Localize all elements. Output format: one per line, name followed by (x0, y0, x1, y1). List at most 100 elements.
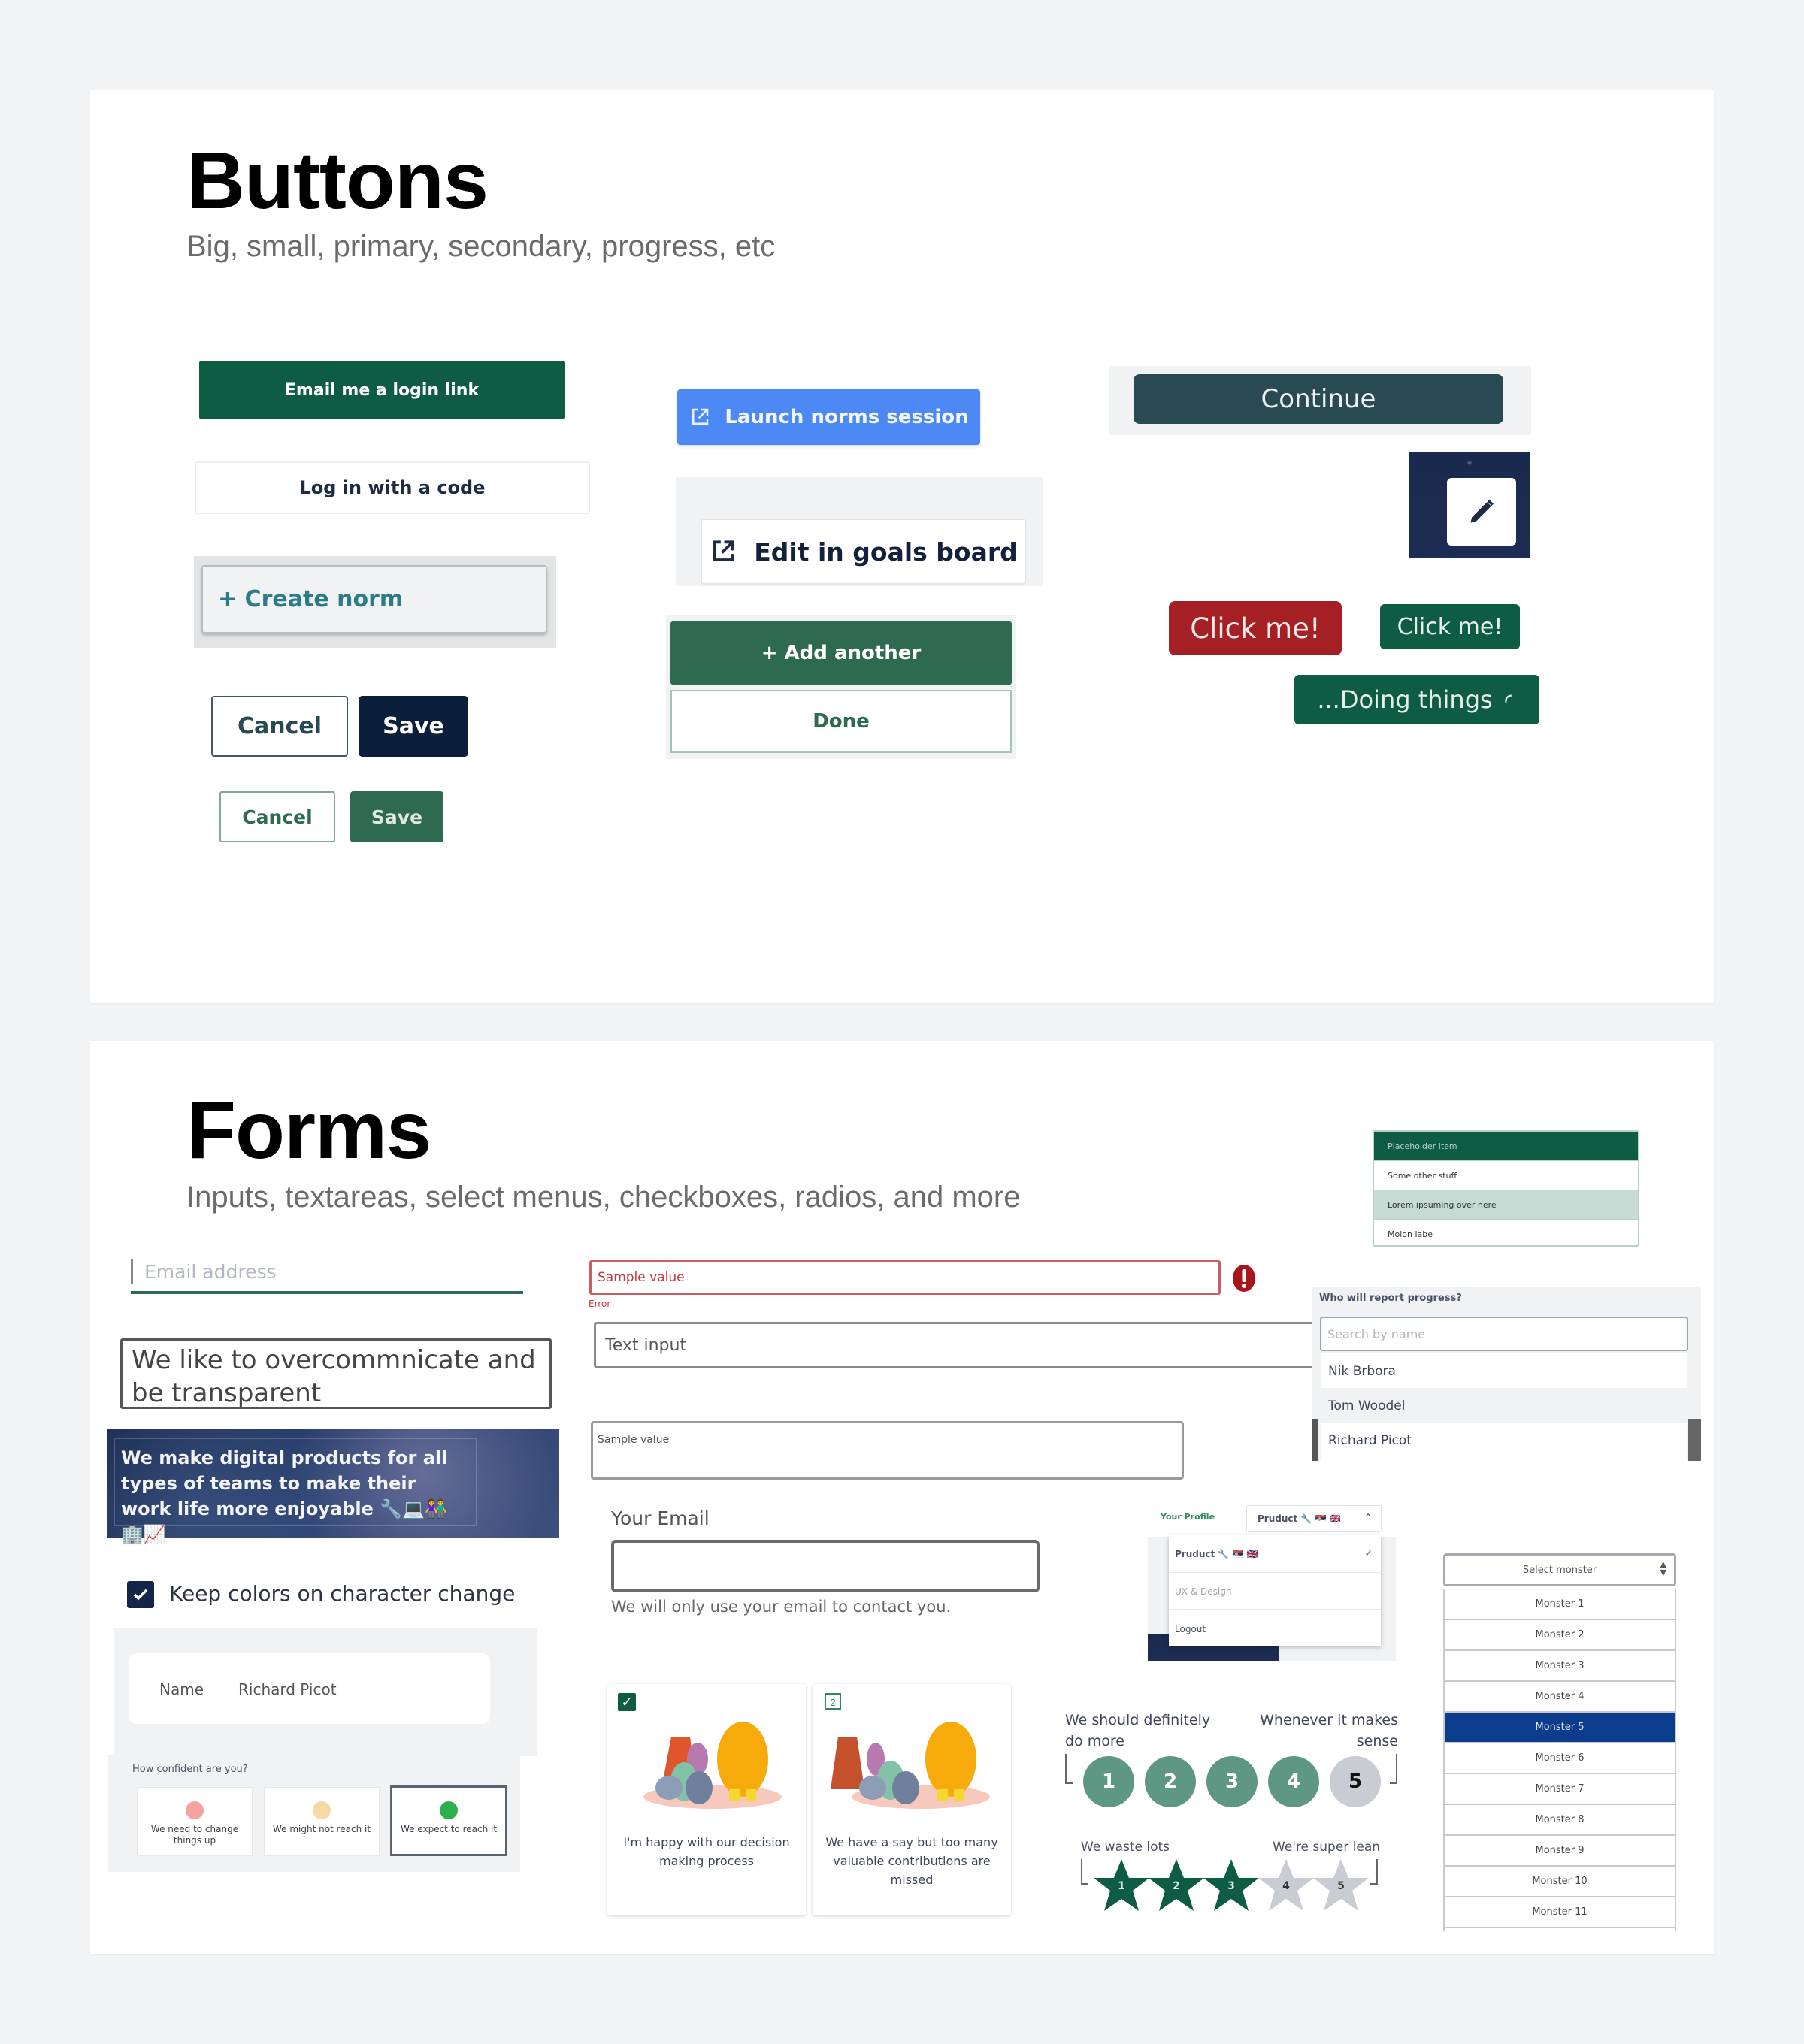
monster-option[interactable]: Monster 6 (1445, 1743, 1675, 1774)
profile-option[interactable]: Pruduct 🔧 🇷🇸 🇬🇧 ✓ (1169, 1535, 1381, 1573)
transparency-textarea[interactable]: We like to overcommnicate and be transpa… (120, 1338, 552, 1409)
cancel-button-dark[interactable]: Cancel (211, 696, 348, 757)
monster-option[interactable]: Monster 7 (1445, 1774, 1675, 1805)
spinner-icon (1503, 693, 1517, 706)
confidence-option[interactable]: We might not reach it (264, 1787, 380, 1856)
click-me-green-label: Click me! (1397, 613, 1503, 640)
doing-things-button[interactable]: ...Doing things (1294, 675, 1539, 724)
cancel-button-green[interactable]: Cancel (219, 791, 335, 842)
save-green-label: Save (371, 806, 423, 828)
star-rating-option[interactable]: 5 (1312, 1858, 1370, 1913)
star-rating-option[interactable]: 1 (1092, 1858, 1151, 1913)
mission-text: We make digital products for all types o… (121, 1447, 448, 1545)
click-me-red-label: Click me! (1190, 612, 1321, 645)
reporter-option[interactable]: Nik Brbora (1321, 1353, 1687, 1388)
select-arrows-icon: ▲ ▼ (1660, 1559, 1666, 1577)
choice-card[interactable]: ✓ I'm happy with our decision making pro… (607, 1684, 806, 1915)
edit-pencil-button[interactable] (1447, 478, 1516, 546)
sample-textarea[interactable]: Sample value (591, 1421, 1184, 1480)
save-button-green[interactable]: Save (350, 791, 443, 842)
choice-card-text: We have a say but too many valuable cont… (825, 1835, 998, 1887)
reporter-option[interactable]: Richard Picot (1321, 1423, 1687, 1457)
scale-circle-option[interactable]: 1 (1083, 1756, 1134, 1807)
done-label: Done (813, 710, 870, 733)
error-input[interactable]: Sample value (589, 1260, 1221, 1295)
forms-subtitle: Inputs, textareas, select menus, checkbo… (186, 1181, 1021, 1214)
mission-text-box[interactable]: We make digital products for all types o… (114, 1438, 477, 1545)
choice-card-text: I'm happy with our decision making proce… (623, 1835, 790, 1868)
click-me-green-button[interactable]: Click me! (1380, 604, 1520, 649)
launch-norms-session-button[interactable]: Launch norms session (677, 389, 980, 445)
buttons-title: Buttons (186, 135, 489, 225)
neutral-face-icon (313, 1801, 331, 1819)
email-login-link-button[interactable]: Email me a login link (199, 361, 565, 419)
create-norm-button[interactable]: + Create norm (201, 565, 547, 633)
email-address-input[interactable]: Email address (131, 1256, 523, 1294)
reporter-panel-shade (1312, 1419, 1318, 1461)
monster-option[interactable]: Monster 11 (1445, 1897, 1675, 1928)
checkmark-icon (133, 1589, 148, 1601)
star-rating-option[interactable]: 3 (1202, 1858, 1261, 1913)
profile-option[interactable]: Logout (1169, 1610, 1381, 1646)
chevron-up-icon: ⌃ (1364, 1512, 1372, 1522)
buttons-subtitle: Big, small, primary, secondary, progress… (186, 230, 776, 263)
log-in-with-code-button[interactable]: Log in with a code (195, 461, 590, 514)
your-email-help: We will only use your email to contact y… (611, 1598, 952, 1616)
profile-select[interactable]: Pruduct 🔧 🇷🇸 🇬🇧 ⌃ (1246, 1505, 1382, 1532)
star-rating-option[interactable]: 4 (1257, 1858, 1315, 1913)
text-input[interactable]: Text input (594, 1322, 1315, 1368)
profile-menu: Pruduct 🔧 🇷🇸 🇬🇧 ✓ UX & Design Logout (1169, 1535, 1381, 1646)
monster-option[interactable]: Monster 4 (1445, 1682, 1675, 1713)
card-checkbox-checked[interactable]: ✓ (618, 1693, 636, 1711)
reporter-option[interactable]: Tom Woodel (1321, 1388, 1687, 1423)
list-menu-item[interactable]: Lorem ipsuming over here (1374, 1190, 1638, 1220)
add-another-button[interactable]: + Add another (670, 621, 1012, 685)
edit-in-goals-board-button[interactable]: Edit in goals board (701, 519, 1026, 585)
list-menu-item[interactable]: Some other stuff (1374, 1161, 1638, 1190)
circle-scale-bracket-right (1390, 1754, 1397, 1784)
card-number-badge[interactable]: 2 (825, 1693, 841, 1710)
keep-colors-checkbox[interactable] (127, 1581, 154, 1608)
sad-face-icon (186, 1801, 204, 1819)
done-button[interactable]: Done (670, 690, 1012, 753)
save-button-dark[interactable]: Save (359, 696, 468, 757)
scale-circle-option[interactable]: 3 (1206, 1756, 1258, 1807)
keep-colors-label: Keep colors on character change (169, 1581, 516, 1606)
check-icon: ✓ (1364, 1547, 1373, 1559)
monster-option-selected[interactable]: Monster 5 (1445, 1713, 1675, 1743)
email-address-placeholder: Email address (144, 1261, 277, 1283)
scale-circle-option[interactable]: 5 (1330, 1756, 1381, 1807)
scale-circle-option[interactable]: 2 (1145, 1756, 1196, 1807)
monster-option[interactable]: Monster 8 (1445, 1805, 1675, 1836)
star-value: 2 (1173, 1880, 1180, 1892)
cancel-dark-label: Cancel (237, 713, 322, 739)
star-rating-option[interactable]: 2 (1147, 1858, 1206, 1913)
add-another-label: + Add another (761, 642, 922, 664)
monster-option[interactable]: Monster 10 (1445, 1867, 1675, 1897)
your-email-input[interactable] (611, 1540, 1040, 1592)
profile-option[interactable]: UX & Design (1169, 1573, 1381, 1610)
confidence-option[interactable]: We need to change things up (137, 1787, 253, 1856)
monster-option[interactable]: Monster 9 (1445, 1836, 1675, 1867)
monster-option[interactable]: Monster 2 (1445, 1620, 1675, 1651)
confidence-option-selected[interactable]: We expect to reach it (390, 1785, 507, 1856)
scale-circle-option[interactable]: 4 (1268, 1756, 1319, 1807)
list-menu-item[interactable]: Placeholder item (1374, 1132, 1638, 1161)
reporter-search-input[interactable]: Search by name (1320, 1317, 1688, 1351)
click-me-red-button[interactable]: Click me! (1169, 601, 1342, 655)
reporter-options: Nik Brbora Tom Woodel Richard Picot (1321, 1353, 1687, 1461)
pencil-icon (1465, 495, 1498, 528)
error-alert-icon (1231, 1264, 1257, 1293)
list-menu-item[interactable]: Molon labe (1374, 1220, 1638, 1245)
choice-card[interactable]: 2 We have a say but too many valuable co… (813, 1684, 1011, 1915)
edit-in-goals-board-label: Edit in goals board (754, 537, 1018, 567)
mission-banner: We make digital products for all types o… (107, 1429, 559, 1545)
star-scale-bracket-right (1370, 1859, 1378, 1885)
monster-option[interactable]: Monster 1 (1445, 1589, 1675, 1620)
star-value: 4 (1282, 1880, 1290, 1892)
circle-scale-bracket-left (1065, 1754, 1073, 1784)
monster-select[interactable]: Select monster ▲ ▼ (1443, 1553, 1676, 1586)
monster-option[interactable]: Monster 3 (1445, 1651, 1675, 1682)
reporter-panel-shade-right (1688, 1419, 1701, 1461)
continue-button[interactable]: Continue (1134, 374, 1503, 424)
